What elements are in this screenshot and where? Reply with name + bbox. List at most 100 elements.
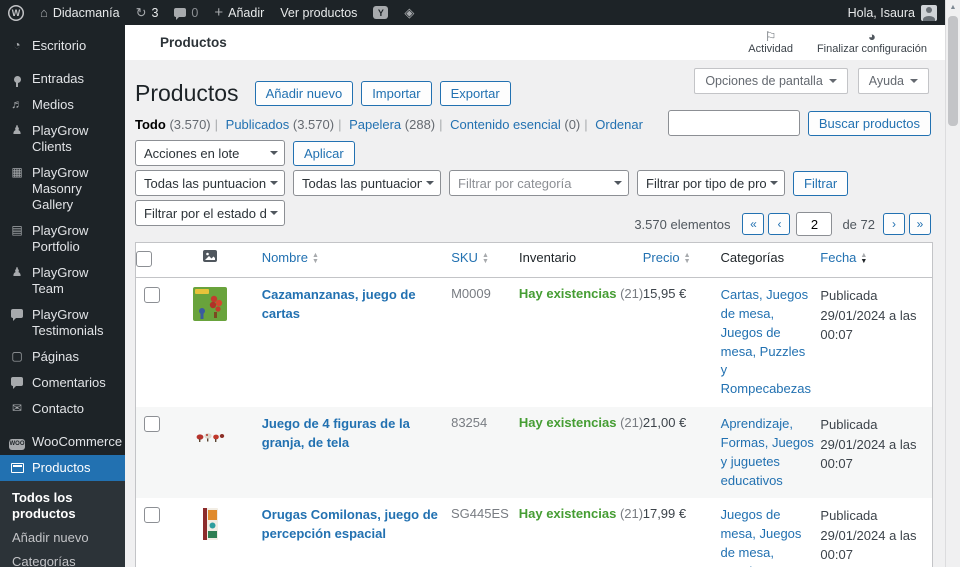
view-published-link[interactable]: Publicados (226, 117, 290, 132)
home-icon: ⌂ (40, 5, 48, 20)
image-column-icon (202, 250, 217, 262)
seo-scores-select[interactable]: Todas las puntuaciones SEO (135, 170, 285, 196)
column-header-fecha[interactable]: Fecha ▲ ▼ (820, 243, 932, 277)
sidebar-item-playgrow-team[interactable]: ♟ PlayGrow Team (0, 260, 125, 302)
wordpress-menu[interactable]: W (0, 0, 32, 25)
scrollbar-thumb[interactable] (948, 16, 958, 126)
product-categories-links[interactable]: Juegos de mesa, Juegos de mesa, Puzzles … (720, 507, 814, 567)
export-button[interactable]: Exportar (439, 81, 511, 106)
sidebar-item-playgrow-clients[interactable]: ♟ PlayGrow Clients (0, 118, 125, 160)
submenu-anadir-nuevo[interactable]: Añadir nuevo (0, 526, 125, 550)
first-page-button[interactable]: « (742, 213, 765, 235)
row-checkbox[interactable] (144, 287, 160, 303)
chevron-down-icon (910, 79, 918, 87)
help-tab[interactable]: Ayuda (857, 68, 929, 94)
product-categories-links[interactable]: Aprendizaje, Formas, Juegos y juguetes e… (721, 416, 814, 488)
yoast-seo-menu[interactable]: Y (365, 0, 396, 25)
finish-setup-button[interactable]: ◕ Finalizar configuración (805, 28, 939, 57)
stock-count: (21) (619, 506, 644, 522)
filter-button[interactable]: Filtrar (793, 170, 849, 196)
product-categories-links[interactable]: Cartas, Juegos de mesa, Juegos de mesa, … (721, 287, 811, 396)
view-all-link[interactable]: Todo (135, 117, 166, 132)
search-products-button[interactable]: Buscar productos (807, 110, 931, 136)
view-sort-link[interactable]: Ordenar (595, 117, 643, 132)
next-page-button[interactable]: › (883, 213, 905, 235)
category-filter-select[interactable]: Filtrar por categoría (449, 170, 629, 196)
total-pages-label: de 72 (842, 216, 875, 232)
comments-link[interactable]: 0 (166, 0, 206, 25)
bulk-actions-select[interactable]: Acciones en lote (135, 140, 285, 166)
view-cornerstone-link[interactable]: Contenido esencial (450, 117, 561, 132)
row-checkbox[interactable] (144, 416, 160, 433)
view-trash-link[interactable]: Papelera (349, 117, 401, 132)
admin-sidebar: ◔ Escritorio Entradas ♬ Medios ♟ PlayGro… (0, 25, 125, 567)
screen-options-tab[interactable]: Opciones de pantalla (694, 68, 848, 94)
current-page-input[interactable] (796, 212, 833, 236)
select-all-checkbox[interactable] (136, 251, 152, 267)
product-name-link[interactable]: Orugas Comilonas, juego de percepción es… (262, 507, 438, 541)
readability-scores-select[interactable]: Todas las puntuaciones de (293, 170, 441, 196)
sidebar-item-comentarios[interactable]: Comentarios (0, 370, 125, 396)
greeting: Hola, Isaura (847, 5, 915, 20)
account-menu[interactable]: Hola, Isaura (847, 4, 945, 21)
flag-icon: ⚐ (764, 29, 777, 44)
column-header-sku[interactable]: SKU ▲ ▼ (451, 243, 519, 277)
wordpress-admin-screen: W ⌂ Didacmanía ↻ 3 0 + Añadir Ver produc… (0, 0, 960, 567)
plugin-menu[interactable]: ◈ (396, 0, 422, 25)
search-input[interactable] (667, 110, 800, 136)
gallery-grid-icon: ▦ (11, 165, 23, 179)
column-header-inventario: Inventario (519, 250, 577, 265)
bulk-actions-row: Acciones en lote Aplicar (135, 140, 945, 166)
row-checkbox[interactable] (144, 507, 160, 524)
product-name-link[interactable]: Juego de 4 figuras de la granja, de tela (262, 416, 410, 450)
products-table: Nombre ▲ ▼ SKU ▲ ▼ Inventario Precio ▲ ▼ Categ… (135, 242, 933, 567)
view-products-link[interactable]: Ver productos (272, 0, 365, 25)
column-header-precio[interactable]: Precio ▲ ▼ (643, 243, 721, 277)
previous-page-button[interactable]: ‹ (768, 213, 791, 235)
apply-button[interactable]: Aplicar (293, 140, 355, 166)
product-image[interactable] (192, 506, 228, 542)
site-name-link[interactable]: ⌂ Didacmanía (32, 0, 128, 25)
product-image[interactable] (192, 415, 228, 451)
sidebar-item-medios[interactable]: ♬ Medios (0, 92, 125, 118)
portfolio-icon: ▤ (11, 223, 23, 237)
sidebar-item-paginas[interactable]: ▢ Páginas (0, 344, 125, 370)
sidebar-item-escritorio[interactable]: ◔ Escritorio (0, 33, 125, 59)
updates-link[interactable]: ↻ 3 (128, 0, 167, 25)
stock-status-filter-select[interactable]: Filtrar por el estado del inventario (135, 200, 285, 226)
publish-status: Publicada (820, 508, 878, 524)
chevron-down-icon (614, 181, 622, 189)
pages-icon: ▢ (11, 349, 23, 363)
product-image[interactable] (192, 286, 228, 322)
progress-circle-icon: ◕ (868, 29, 876, 44)
speech-bubble-icon (11, 309, 23, 321)
import-button[interactable]: Importar (361, 81, 432, 106)
add-new-button[interactable]: Añadir nuevo (254, 81, 354, 106)
pagination: 3.570 elementos « ‹ de 72 › » (634, 212, 931, 236)
submenu-categorias[interactable]: Categorías (0, 550, 125, 567)
content-body: Opciones de pantalla Ayuda Productos Aña… (125, 60, 945, 567)
scrollbar-up-arrow[interactable]: ▲ (946, 0, 960, 14)
sidebar-item-woocommerce[interactable]: WOO WooCommerce (0, 429, 125, 455)
product-name-link[interactable]: Cazamanzanas, juego de cartas (262, 287, 416, 321)
sidebar-item-playgrow-testimonials[interactable]: PlayGrow Testimonials (0, 302, 125, 344)
updates-count: 3 (151, 5, 159, 20)
items-total: 3.570 elementos (634, 216, 731, 232)
sidebar-item-entradas[interactable]: Entradas (0, 66, 125, 92)
dashboard-icon: ◔ (13, 38, 21, 52)
sidebar-item-playgrow-portfolio[interactable]: ▤ PlayGrow Portfolio (0, 218, 125, 260)
last-page-button[interactable]: » (909, 213, 931, 235)
products-box-icon (10, 463, 24, 473)
column-header-nombre[interactable]: Nombre ▲ ▼ (262, 243, 452, 277)
sidebar-item-contacto[interactable]: ✉ Contacto (0, 396, 125, 422)
submenu-todos-los-productos[interactable]: Todos los productos (0, 486, 125, 526)
publish-status: Publicada (820, 417, 878, 433)
sidebar-item-playgrow-masonry-gallery[interactable]: ▦ PlayGrow Masonry Gallery (0, 160, 125, 218)
sidebar-item-productos[interactable]: Productos (0, 455, 125, 481)
chevron-down-icon (426, 181, 434, 189)
diamond-icon: ◈ (404, 5, 415, 20)
activity-button[interactable]: ⚐ Actividad (736, 28, 805, 57)
product-type-filter-select[interactable]: Filtrar por tipo de producto (637, 170, 785, 196)
page-scrollbar[interactable]: ▲ (945, 0, 960, 567)
new-content-link[interactable]: + Añadir (206, 0, 272, 25)
